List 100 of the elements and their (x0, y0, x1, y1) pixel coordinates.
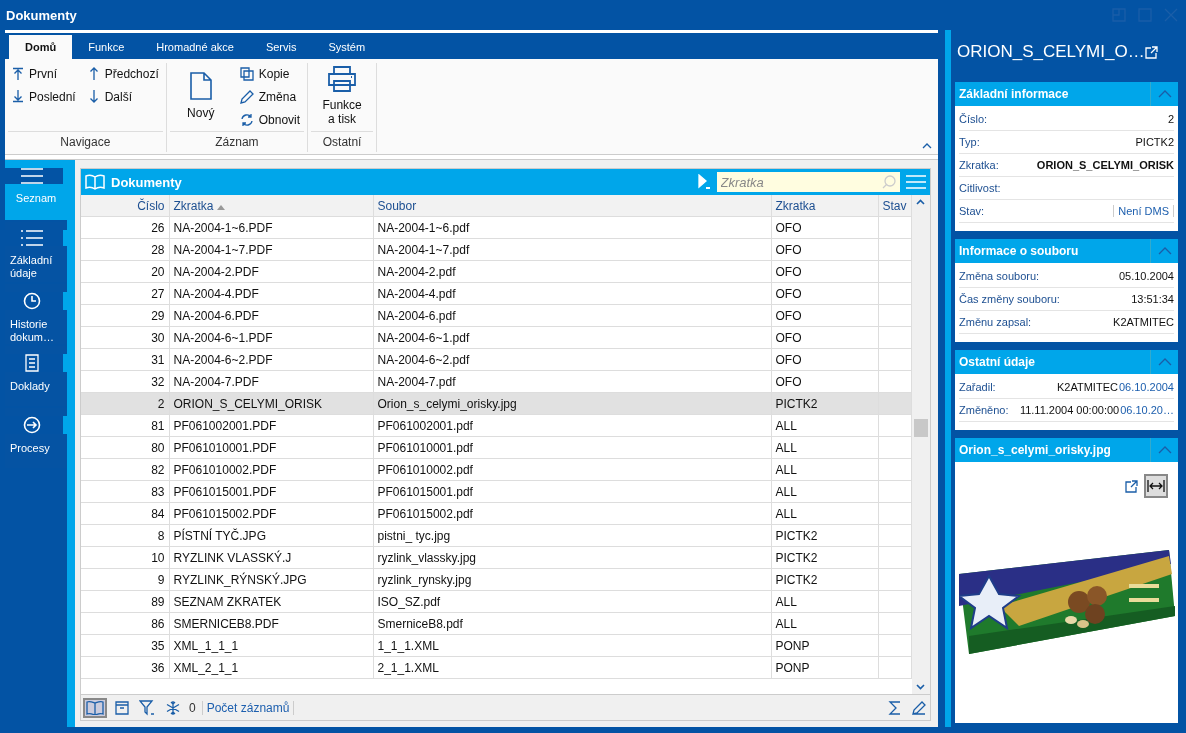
table-cell: XML_2_1_1 (173, 660, 239, 675)
table-cell: Orion_s_celymi_orisky.jpg (377, 396, 517, 411)
scroll-up-icon (916, 199, 925, 205)
table-cell: RYZLINK VLASSKÝ.J (173, 550, 292, 565)
field-value: PICTK2 (1135, 136, 1174, 148)
document-icon (189, 72, 212, 100)
table-cell: 2_1_1.XML (377, 660, 439, 675)
arrow-up-bar-icon (12, 67, 24, 80)
table-cell: PONP (775, 638, 810, 653)
table-cell: NA-2004-1~6.PDF (173, 220, 273, 235)
ribbon-tab[interactable]: Domů (9, 35, 73, 59)
table-cell: 84 (151, 506, 165, 521)
table-cell: PF061010002.pdf (377, 462, 473, 477)
table-cell: 29 (151, 308, 165, 323)
table-cell: 1_1_1.XML (377, 638, 439, 653)
table-cell: XML_1_1_1 (173, 638, 239, 653)
table-cell: NA-2004-6.PDF (173, 308, 259, 323)
column-header[interactable]: Zkratka (169, 195, 373, 217)
printer-icon (327, 66, 358, 92)
table-cell: OFO (775, 352, 802, 367)
ribbon-tab[interactable]: Funkce (72, 35, 141, 59)
table-cell: ALL (775, 594, 797, 609)
column-header[interactable]: Soubor (373, 195, 771, 217)
ribbon-tab[interactable]: Servis (249, 35, 313, 59)
record-count-link[interactable]: Počet záznamů (201, 700, 295, 715)
book-icon (85, 174, 105, 190)
table-cell: 80 (151, 440, 165, 455)
field-label: Změna souboru: (959, 270, 1041, 282)
table-cell: OFO (775, 264, 802, 279)
table-cell: NA-2004-6~2.PDF (173, 352, 273, 367)
table-cell: NA-2004-1~6.pdf (377, 220, 470, 235)
grid-title: Dokumenty (111, 174, 183, 190)
ribbon-button[interactable]: Poslední (9, 86, 79, 107)
table-cell: ALL (775, 506, 797, 521)
field-label: Typ: (959, 136, 981, 148)
field-label: Zkratka: (959, 159, 1000, 171)
table-cell: 32 (151, 374, 165, 389)
table-cell: 30 (151, 330, 165, 345)
ribbon-button[interactable]: Nový (170, 63, 231, 129)
column-header[interactable]: Zkratka (771, 195, 878, 217)
fit-width-button[interactable] (1144, 474, 1168, 498)
search-icon (881, 175, 896, 189)
table-cell: 31 (151, 352, 165, 367)
table-cell: 20 (151, 264, 165, 279)
table-cell: 35 (151, 638, 165, 653)
field-label: Citlivost: (959, 182, 1002, 194)
book-view-button[interactable] (83, 697, 107, 718)
column-header[interactable]: Stav (878, 195, 911, 217)
table-cell: ISO_SZ.pdf (377, 594, 441, 609)
ribbon-tab[interactable]: Systém (312, 35, 382, 59)
table-cell: 89 (151, 594, 165, 609)
ribbon-tab[interactable]: Hromadné akce (140, 35, 250, 59)
archive-button[interactable] (113, 698, 131, 717)
filter-button[interactable] (137, 697, 157, 718)
column-header[interactable]: Číslo (81, 195, 169, 217)
field-value: 11.11.2004 00:00:00 (1019, 404, 1120, 416)
table-cell: 82 (151, 462, 165, 477)
table-cell: OFO (775, 308, 802, 323)
table-cell: 2 (157, 396, 165, 411)
caret-up-icon (922, 142, 932, 149)
field-value: 13:51:34 (1131, 293, 1174, 305)
table-cell: NA-2004-7.PDF (173, 374, 259, 389)
table-cell: OFO (775, 374, 802, 389)
field-value: Není DMS (1113, 205, 1174, 217)
chevron-up-icon (1157, 446, 1172, 454)
ribbon-button[interactable]: První (9, 63, 79, 84)
table-cell: 8 (157, 528, 165, 543)
ribbon-button[interactable]: Změna (236, 86, 304, 107)
table-cell: PF061015001.PDF (173, 484, 277, 499)
table-cell: PF061010001.PDF (173, 440, 277, 455)
table-cell: PF061015002.PDF (173, 506, 277, 521)
table-cell: 28 (151, 242, 165, 257)
table-cell: OFO (775, 286, 802, 301)
table-cell: SmerniceB8.pdf (377, 616, 463, 631)
table-cell: RYZLINK_RÝNSKÝ.JPG (173, 572, 307, 587)
group-label: Ostatní (311, 131, 374, 152)
table-cell: ORION_S_CELYMI_ORISK (173, 396, 322, 411)
table-cell: 10 (151, 550, 165, 565)
search-field[interactable]: Zkratka (716, 172, 900, 192)
table-cell: 83 (151, 484, 165, 499)
table-cell: PF061002001.PDF (173, 418, 277, 433)
field-date: 06.10.2004 (1118, 381, 1174, 393)
table-cell: NA-2004-7.pdf (377, 374, 456, 389)
record-count: 0 (189, 700, 196, 715)
table-cell: OFO (775, 330, 802, 345)
field-date: 06.10.20… (1120, 404, 1174, 416)
ribbon-button[interactable]: Další (84, 86, 162, 107)
ribbon-button[interactable]: Obnovit (236, 109, 304, 130)
table-cell: PF061015001.pdf (377, 484, 473, 499)
ribbon-button[interactable]: Funkce a tisk (312, 63, 373, 129)
ribbon-button[interactable]: Kopie (236, 63, 304, 84)
group-label: Záznam (169, 131, 305, 152)
table-cell: 36 (151, 660, 165, 675)
pencil-icon (911, 700, 926, 715)
ribbon-button[interactable]: Předchozí (84, 63, 162, 84)
section-title: Orion_s_celymi_orisky.jpg (959, 443, 1112, 457)
sigma-icon (887, 700, 902, 715)
scroll-thumb[interactable] (913, 419, 928, 437)
field-label: Číslo: (959, 113, 989, 125)
table-cell: OFO (775, 242, 802, 257)
